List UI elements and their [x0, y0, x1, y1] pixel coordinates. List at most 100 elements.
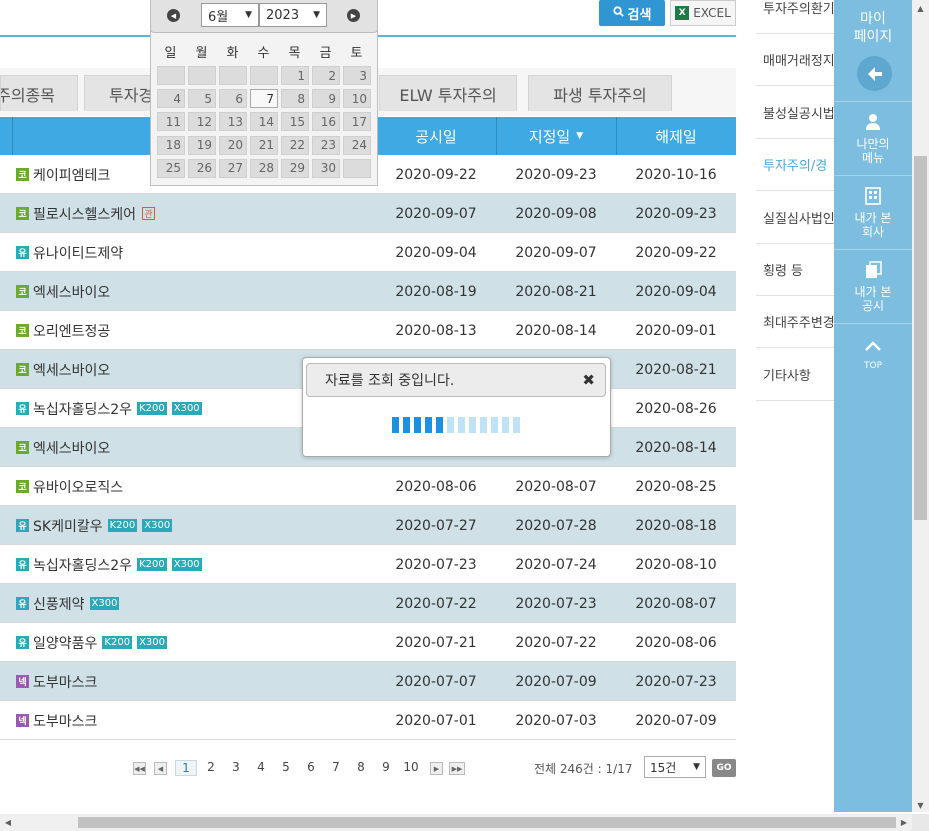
day-cell[interactable]: 8 — [281, 89, 309, 109]
table-row[interactable]: 넥 도부마스크 2020-07-01 2020-07-03 2020-07-09 — [0, 701, 736, 740]
day-cell[interactable]: 24 — [343, 135, 371, 155]
page-number-link[interactable]: 10 — [400, 760, 422, 774]
day-cell[interactable]: 27 — [219, 158, 247, 178]
day-cell[interactable]: 5 — [188, 89, 216, 109]
stock-name-link[interactable]: 케이피엠테크 — [33, 165, 110, 185]
day-cell[interactable]: 28 — [250, 158, 278, 178]
day-cell[interactable]: 23 — [312, 135, 340, 155]
tab-derivative-caution[interactable]: 파생 투자주의 — [528, 75, 672, 111]
scroll-up-arrow-icon[interactable]: ▲ — [912, 0, 929, 16]
viewed-companies-button[interactable]: 내가 본 회사 — [834, 182, 912, 244]
next-month-icon[interactable]: ▶ — [347, 9, 360, 22]
day-cell[interactable]: 22 — [281, 135, 309, 155]
stock-name-link[interactable]: SK케미칼우 — [33, 516, 103, 536]
day-cell[interactable]: 16 — [312, 112, 340, 132]
day-cell[interactable]: 21 — [250, 135, 278, 155]
page-number-link[interactable]: 9 — [375, 760, 397, 774]
day-cell[interactable]: 1 — [281, 66, 309, 85]
scroll-right-arrow-icon[interactable]: ▶ — [896, 814, 912, 831]
tab-elw-caution[interactable]: ELW 투자주의 — [379, 75, 517, 111]
first-page-button[interactable]: ◀◀ — [133, 762, 146, 775]
tab-caution-stocks[interactable]: 주의종목 — [0, 75, 78, 111]
stock-name-link[interactable]: 오리엔트정공 — [33, 321, 110, 341]
day-cell[interactable]: 6 — [219, 89, 247, 109]
scroll-top-button[interactable]: TOP — [834, 340, 912, 374]
header-release-date[interactable]: 해제일 — [616, 117, 736, 155]
day-cell[interactable]: 13 — [219, 112, 247, 132]
day-cell[interactable]: 14 — [250, 112, 278, 132]
side-menu-item[interactable]: 매매거래정지 — [756, 34, 834, 87]
table-row[interactable]: 코 엑세스바이오 2020-08-19 2020-08-21 2020-09-04 — [0, 272, 736, 311]
table-row[interactable]: 유 유나이티드제약 2020-09-04 2020-09-07 2020-09-22 — [0, 233, 736, 272]
page-number-link[interactable]: 4 — [250, 760, 272, 774]
table-row[interactable]: 유 녹십자홀딩스2우 K200 X300 2020-07-23 2020-07-24 202… — [0, 545, 736, 584]
day-cell[interactable]: 10 — [343, 89, 371, 109]
stock-name-link[interactable]: 도부마스크 — [33, 711, 97, 731]
last-page-button[interactable]: ▶▶ — [449, 762, 465, 775]
day-cell[interactable]: 30 — [312, 158, 340, 178]
day-cell[interactable]: 9 — [312, 89, 340, 109]
stock-name-link[interactable]: 신풍제약 — [33, 594, 85, 614]
vertical-scroll-thumb[interactable] — [914, 156, 927, 520]
day-cell[interactable]: 17 — [343, 112, 371, 132]
stock-name-link[interactable]: 엑세스바이오 — [33, 438, 110, 458]
side-menu-item[interactable]: 횡령 등 — [756, 244, 834, 296]
table-row[interactable]: 코 유바이오로직스 2020-08-06 2020-08-07 2020-08-25 — [0, 467, 736, 506]
day-cell[interactable]: 12 — [188, 112, 216, 132]
day-cell[interactable]: 7 — [250, 89, 278, 109]
stock-name-link[interactable]: 도부마스크 — [33, 672, 97, 692]
stock-name-link[interactable]: 필로시스헬스케어 — [33, 204, 136, 224]
day-cell[interactable]: 4 — [157, 89, 185, 109]
header-designate-date[interactable]: 지정일 ▼ — [496, 117, 616, 155]
stock-name-link[interactable]: 엑세스바이오 — [33, 282, 110, 302]
table-row[interactable]: 유 일양약품우 K200 X300 2020-07-21 2020-07-22 2020-0… — [0, 623, 736, 662]
scroll-left-arrow-icon[interactable]: ◀ — [0, 814, 16, 831]
header-announce-date[interactable]: 공시일 — [376, 117, 496, 155]
prev-page-button[interactable]: ◀ — [154, 762, 167, 775]
day-cell[interactable]: 20 — [219, 135, 247, 155]
day-cell[interactable]: 26 — [188, 158, 216, 178]
tab-investment-warning[interactable]: 투자경 — [84, 75, 154, 111]
table-row[interactable]: 유 SK케미칼우 K200 X300 2020-07-27 2020-07-28 2020-… — [0, 506, 736, 545]
table-row[interactable]: 코 필로시스헬스케어 관 2020-09-07 2020-09-08 2020-09-23 — [0, 194, 736, 233]
day-cell[interactable]: 2 — [312, 66, 340, 85]
page-number-link[interactable]: 7 — [325, 760, 347, 774]
close-icon[interactable]: ✖ — [582, 371, 595, 389]
day-cell[interactable]: 11 — [157, 112, 185, 132]
scroll-down-arrow-icon[interactable]: ▼ — [912, 797, 929, 813]
search-button[interactable]: 검색 — [599, 0, 665, 26]
year-select[interactable]: 2023 ▼ — [259, 3, 327, 27]
next-page-button[interactable]: ▶ — [430, 762, 443, 775]
side-menu-item[interactable]: 투자주의환기 — [756, 0, 834, 34]
go-button[interactable]: GO — [712, 759, 736, 777]
page-number-link[interactable]: 8 — [350, 760, 372, 774]
side-menu-item[interactable]: 최대주주변경 — [756, 296, 834, 349]
excel-download-button[interactable]: X EXCEL — [670, 0, 736, 26]
month-select[interactable]: 6월 ▼ — [201, 3, 259, 27]
page-number-link[interactable]: 6 — [300, 760, 322, 774]
prev-month-icon[interactable]: ◀ — [167, 9, 180, 22]
day-cell[interactable]: 3 — [343, 66, 371, 85]
day-cell[interactable]: 15 — [281, 112, 309, 132]
page-number-link[interactable]: 2 — [200, 760, 222, 774]
side-menu-item[interactable]: 실질심사법인 — [756, 192, 834, 244]
side-menu-item[interactable]: 투자주의/경 — [756, 139, 834, 192]
viewed-disclosures-button[interactable]: 내가 본 공시 — [834, 256, 912, 318]
day-cell[interactable]: 25 — [157, 158, 185, 178]
stock-name-link[interactable]: 유나이티드제약 — [33, 243, 123, 263]
my-menu-button[interactable]: 나만의 메뉴 — [834, 108, 912, 170]
per-page-select[interactable]: 15건 ▼ — [644, 756, 706, 778]
table-row[interactable]: 유 신풍제약 X300 2020-07-22 2020-07-23 2020-08-07 — [0, 584, 736, 623]
table-row[interactable]: 코 오리엔트정공 2020-08-13 2020-08-14 2020-09-01 — [0, 311, 736, 350]
stock-name-link[interactable]: 녹십자홀딩스2우 — [33, 555, 132, 575]
stock-name-link[interactable]: 엑세스바이오 — [33, 360, 110, 380]
day-cell[interactable]: 29 — [281, 158, 309, 178]
day-cell[interactable]: 19 — [188, 135, 216, 155]
back-arrow-icon[interactable] — [857, 56, 892, 91]
table-row[interactable]: 넥 도부마스크 2020-07-07 2020-07-09 2020-07-23 — [0, 662, 736, 701]
stock-name-link[interactable]: 유바이오로직스 — [33, 477, 123, 497]
stock-name-link[interactable]: 녹십자홀딩스2우 — [33, 399, 132, 419]
horizontal-scroll-thumb[interactable] — [78, 817, 896, 828]
page-number-link[interactable]: 5 — [275, 760, 297, 774]
stock-name-link[interactable]: 일양약품우 — [33, 633, 97, 653]
